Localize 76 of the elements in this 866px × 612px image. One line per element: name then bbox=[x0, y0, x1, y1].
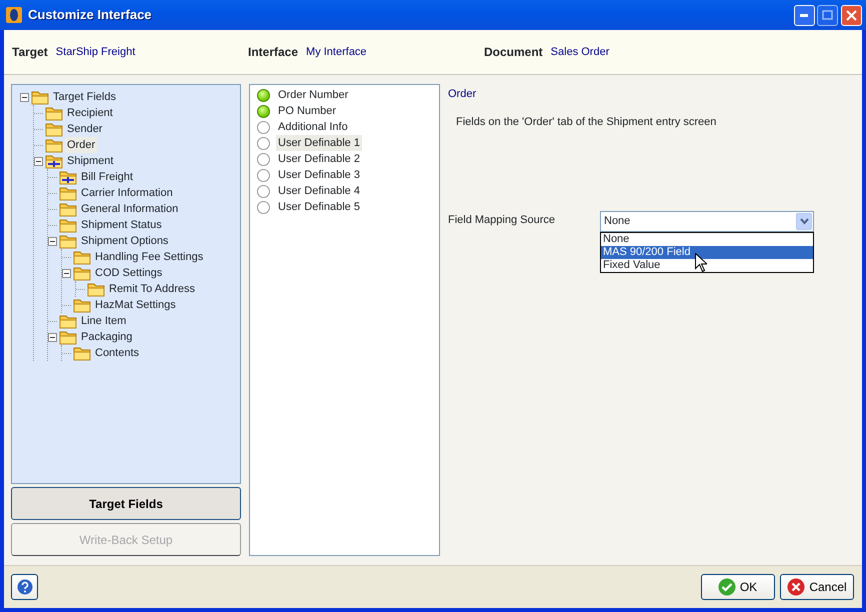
tree-item[interactable]: Carrier Information bbox=[79, 184, 175, 202]
field-label: Document bbox=[484, 44, 543, 61]
chevron-down-icon bbox=[800, 218, 808, 225]
tree-item[interactable]: COD Settings bbox=[93, 264, 164, 282]
ok-button[interactable]: OK bbox=[700, 574, 774, 600]
folder-icon bbox=[45, 121, 63, 137]
field-item[interactable]: User Definable 1 bbox=[276, 134, 362, 152]
expander-icon[interactable] bbox=[62, 268, 71, 278]
folder-icon bbox=[73, 265, 91, 281]
tree-item[interactable]: Line Item bbox=[79, 312, 128, 330]
field-item[interactable]: User Definable 5 bbox=[276, 198, 362, 216]
nav-button[interactable]: Target Fields bbox=[11, 487, 241, 520]
dropdown-option[interactable]: MAS 90/200 Field bbox=[601, 246, 813, 259]
cancel-button[interactable]: Cancel bbox=[780, 574, 854, 600]
tree-item[interactable]: Packaging bbox=[79, 328, 134, 346]
tree-item[interactable]: Recipient bbox=[65, 104, 115, 122]
field-item[interactable]: Additional Info bbox=[276, 118, 350, 136]
folder-icon bbox=[59, 233, 77, 249]
check-icon bbox=[718, 578, 736, 596]
field-item[interactable]: PO Number bbox=[276, 102, 338, 120]
help-button[interactable] bbox=[11, 574, 38, 600]
cancel-icon bbox=[787, 578, 806, 596]
help-icon bbox=[16, 579, 32, 595]
tree-item[interactable]: Remit To Address bbox=[107, 280, 198, 298]
section-title: Order bbox=[448, 87, 478, 102]
folder-icon bbox=[59, 185, 77, 201]
minimize-button[interactable] bbox=[794, 4, 814, 26]
folder-icon bbox=[73, 345, 91, 361]
tree-item[interactable]: Shipment bbox=[65, 152, 116, 170]
field-value: Sales Order bbox=[550, 44, 610, 60]
expander-icon[interactable] bbox=[48, 332, 57, 342]
field-item[interactable]: Order Number bbox=[276, 86, 350, 104]
field-value: StarShip Freight bbox=[56, 44, 136, 60]
folder-icon bbox=[73, 249, 91, 265]
tree-item[interactable]: Handling Fee Settings bbox=[93, 248, 206, 266]
folder-icon bbox=[45, 137, 63, 153]
field-label: Interface bbox=[248, 44, 298, 61]
field-label: Field Mapping Source bbox=[448, 213, 556, 228]
window-title: Customize Interface bbox=[28, 6, 153, 24]
folder-icon bbox=[45, 153, 63, 169]
expander-icon[interactable] bbox=[48, 236, 57, 246]
field-item[interactable]: User Definable 4 bbox=[276, 182, 362, 200]
tree-item[interactable]: Sender bbox=[65, 120, 104, 138]
folder-icon bbox=[59, 201, 77, 217]
dropdown-option[interactable]: None bbox=[601, 233, 813, 246]
tree-item[interactable]: Order bbox=[65, 136, 98, 154]
folder-icon bbox=[59, 329, 77, 345]
dropdown-option[interactable]: Fixed Value bbox=[601, 259, 813, 272]
folder-icon bbox=[87, 281, 105, 297]
minimize-icon bbox=[800, 14, 808, 16]
tree-item[interactable]: Contents bbox=[93, 344, 142, 362]
tree-item[interactable]: Bill Freight bbox=[79, 168, 135, 186]
field-item[interactable]: User Definable 2 bbox=[276, 150, 362, 168]
folder-icon bbox=[45, 105, 63, 121]
expander-icon[interactable] bbox=[34, 156, 43, 166]
app-icon bbox=[6, 7, 22, 23]
field-item[interactable]: User Definable 3 bbox=[276, 166, 362, 184]
field-value: My Interface bbox=[306, 44, 367, 60]
close-icon bbox=[846, 10, 857, 20]
tree-item[interactable]: HazMat Settings bbox=[93, 296, 178, 314]
folder-icon bbox=[73, 297, 91, 313]
tree-item[interactable]: Target Fields bbox=[51, 88, 118, 106]
folder-icon bbox=[31, 89, 49, 105]
description-text: Fields on the 'Order' tab of the Shipment entry screen bbox=[456, 116, 716, 128]
expander-icon[interactable] bbox=[20, 92, 29, 102]
folder-icon bbox=[59, 169, 77, 185]
folder-icon bbox=[59, 313, 77, 329]
tree-item[interactable]: Shipment Options bbox=[79, 232, 170, 250]
tree-item[interactable]: General Information bbox=[79, 200, 180, 218]
close-button[interactable] bbox=[841, 4, 862, 26]
field-label: Target bbox=[12, 44, 48, 61]
maximize-button[interactable] bbox=[817, 4, 838, 26]
folder-icon bbox=[59, 217, 77, 233]
tree-item[interactable]: Shipment Status bbox=[79, 216, 164, 234]
dropdown-field[interactable]: None bbox=[600, 211, 814, 232]
maximize-icon bbox=[822, 10, 834, 20]
